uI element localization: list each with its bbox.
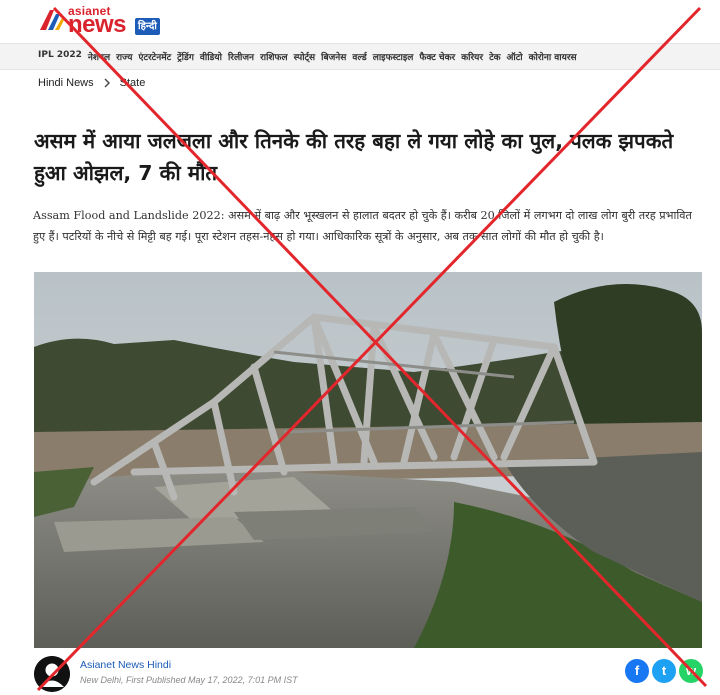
nav-item-auto[interactable]: ऑटो	[507, 50, 523, 63]
collapsed-bridge-photo	[34, 272, 702, 648]
nav-item-video[interactable]: वीडियो	[200, 50, 222, 63]
article-summary: Assam Flood and Landslide 2022: असम में …	[33, 209, 692, 243]
nav-item-lifestyle[interactable]: लाइफस्टाइल	[373, 50, 414, 63]
nav-item-corona[interactable]: कोरोना वायरस	[529, 50, 577, 63]
breadcrumb-section[interactable]: State	[120, 77, 146, 89]
nav-item-horoscope[interactable]: राशिफल	[260, 50, 288, 63]
nav-item-career[interactable]: करियर	[461, 50, 483, 63]
person-icon	[34, 656, 70, 692]
breadcrumb: Hindi News State	[38, 77, 145, 89]
nav-item-entertainment[interactable]: एंटरटेनमेंट	[138, 50, 171, 63]
site-logo[interactable]: asianet news हिन्दी	[38, 4, 173, 38]
author-row: Asianet News Hindi New Delhi, First Publ…	[34, 656, 704, 692]
article-hero-image	[34, 272, 702, 648]
category-nav: IPL 2022 नेशनल राज्य एंटरटेनमेंट ट्रेंडि…	[0, 43, 720, 70]
logo-text-big: news	[68, 11, 127, 38]
asianet-logo-mark-icon	[40, 10, 65, 30]
logo-language-badge: हिन्दी	[135, 18, 160, 35]
whatsapp-share-icon[interactable]: w	[679, 659, 703, 683]
nav-item-tech[interactable]: टेक	[489, 50, 500, 63]
nav-items: IPL 2022 नेशनल राज्य एंटरटेनमेंट ट्रेंडि…	[38, 50, 577, 63]
author-name[interactable]: Asianet News Hindi	[80, 659, 171, 671]
nav-item-national[interactable]: नेशनल	[88, 50, 110, 63]
nav-item-ipl[interactable]: IPL 2022	[38, 50, 82, 63]
chevron-right-icon	[104, 78, 110, 88]
author-avatar[interactable]	[34, 656, 70, 692]
nav-item-business[interactable]: बिजनेस	[321, 50, 346, 63]
twitter-share-icon[interactable]: t	[652, 659, 676, 683]
nav-item-religion[interactable]: रिलीजन	[228, 50, 254, 63]
article-headline: असम में आया जलजला और तिनके की तरह बहा ले…	[34, 129, 674, 185]
publish-info: New Delhi, First Published May 17, 2022,…	[80, 675, 298, 685]
nav-item-states[interactable]: राज्य	[116, 50, 132, 63]
breadcrumb-home[interactable]: Hindi News	[38, 77, 94, 89]
nav-item-world[interactable]: वर्ल्ड	[352, 50, 366, 63]
site-header: asianet news हिन्दी	[0, 0, 720, 42]
facebook-share-icon[interactable]: f	[625, 659, 649, 683]
nav-item-fact-checker[interactable]: फैक्ट चेकर	[419, 50, 455, 63]
nav-item-trending[interactable]: ट्रेंडिंग	[177, 50, 194, 63]
nav-item-sports[interactable]: स्पोर्ट्स	[294, 50, 316, 63]
